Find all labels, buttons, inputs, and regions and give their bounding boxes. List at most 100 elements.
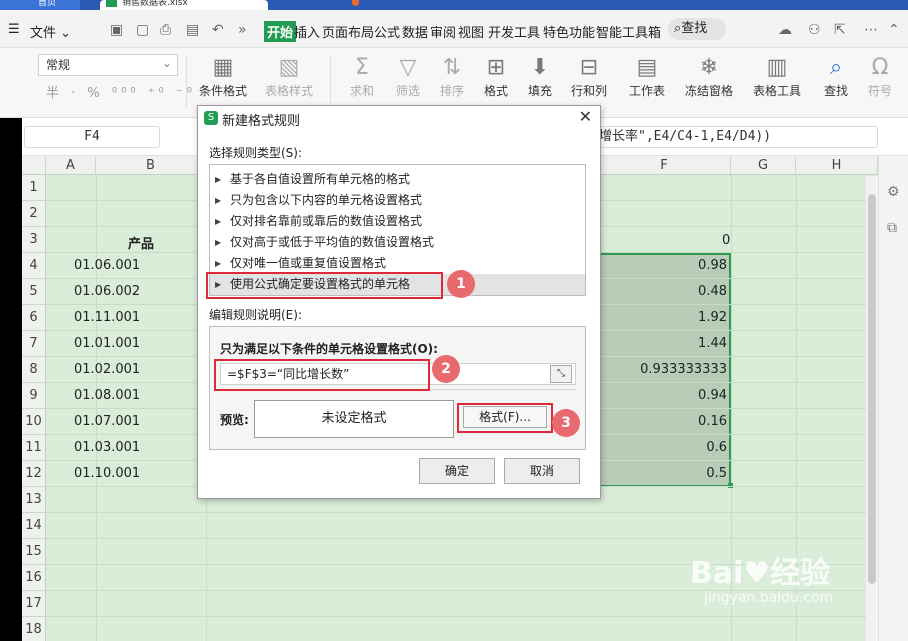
- rule-item[interactable]: 仅对唯一值或重复值设置格式: [210, 253, 585, 274]
- tab-special-features[interactable]: 特色功能: [543, 22, 595, 41]
- row-header[interactable]: 5: [22, 279, 46, 305]
- column-header-h[interactable]: H: [796, 156, 878, 175]
- settings-icon[interactable]: ⚙: [887, 184, 900, 200]
- cell-b[interactable]: 01.06.002: [74, 284, 140, 299]
- panel-icon[interactable]: ⧉: [887, 220, 897, 236]
- cancel-button[interactable]: 取消: [504, 458, 580, 484]
- conditional-format-button[interactable]: ▦ 条件格式: [194, 54, 252, 99]
- sort-button[interactable]: ⇅ 排序: [432, 54, 472, 99]
- cell-b[interactable]: 01.01.001: [74, 336, 140, 351]
- cell-b[interactable]: 01.02.001: [74, 362, 140, 377]
- cell-f[interactable]: 0.94: [598, 388, 727, 403]
- cell-f[interactable]: 0.16: [598, 414, 727, 429]
- sum-button[interactable]: Σ 求和: [342, 54, 382, 99]
- rule-item[interactable]: 只为包含以下内容的单元格设置格式: [210, 190, 585, 211]
- column-header-f[interactable]: F: [598, 156, 731, 175]
- rule-item[interactable]: 仅对高于或低于平均值的数值设置格式: [210, 232, 585, 253]
- cell-b[interactable]: 01.07.001: [74, 414, 140, 429]
- row-header[interactable]: 18: [22, 617, 46, 641]
- home-tab[interactable]: 首页: [0, 0, 80, 10]
- tab-review[interactable]: 审阅: [430, 22, 456, 41]
- row-header[interactable]: 8: [22, 357, 46, 383]
- worksheet-button[interactable]: ▤ 工作表: [624, 54, 670, 99]
- tab-view[interactable]: 视图: [458, 22, 484, 41]
- more-icon[interactable]: »: [238, 22, 247, 38]
- row-header[interactable]: 6: [22, 305, 46, 331]
- row-header[interactable]: 11: [22, 435, 46, 461]
- freeze-panes-button[interactable]: ❄ 冻结窗格: [680, 54, 738, 99]
- row-header[interactable]: 17: [22, 591, 46, 617]
- row-header[interactable]: 2: [22, 201, 46, 227]
- row-header[interactable]: 4: [22, 253, 46, 279]
- row-header[interactable]: 16: [22, 565, 46, 591]
- row-header[interactable]: 1: [22, 175, 46, 201]
- close-icon[interactable]: ✕: [579, 107, 592, 126]
- cell-f3[interactable]: 0: [722, 233, 730, 248]
- column-header-b[interactable]: B: [96, 156, 206, 175]
- cell-b[interactable]: 01.08.001: [74, 388, 140, 403]
- cell-b[interactable]: 01.03.001: [74, 440, 140, 455]
- row-header[interactable]: 12: [22, 461, 46, 487]
- tab-data[interactable]: 数据: [402, 22, 428, 41]
- save-icon[interactable]: ▣: [110, 22, 123, 38]
- row-header[interactable]: 15: [22, 539, 46, 565]
- ok-button[interactable]: 确定: [419, 458, 495, 484]
- scrollbar-thumb[interactable]: [868, 194, 876, 584]
- cell-b[interactable]: 01.11.001: [74, 310, 140, 325]
- vertical-scrollbar[interactable]: [866, 176, 878, 641]
- formula-input[interactable]: 增长率",E4/C4-1,E4/D4)): [596, 126, 878, 148]
- table-tools-button[interactable]: ▥ 表格工具: [748, 54, 806, 99]
- row-header[interactable]: 9: [22, 383, 46, 409]
- tab-developer[interactable]: 开发工具: [488, 22, 540, 41]
- undo-icon[interactable]: ↶: [212, 22, 224, 38]
- tab-insert[interactable]: 插入: [294, 22, 320, 41]
- row-header[interactable]: 7: [22, 331, 46, 357]
- select-all-corner[interactable]: [22, 156, 46, 175]
- cell-f[interactable]: 0.5: [598, 466, 727, 481]
- table-style-button[interactable]: ▧ 表格样式: [258, 54, 320, 99]
- tab-smart-toolbox[interactable]: 智能工具箱: [596, 22, 661, 41]
- row-header[interactable]: 3: [22, 227, 46, 253]
- rule-item[interactable]: 仅对排名靠前或靠后的数值设置格式: [210, 211, 585, 232]
- search-button[interactable]: ⌕查找: [668, 18, 726, 40]
- print-icon[interactable]: ⎙: [160, 22, 171, 38]
- cell-f[interactable]: 0.933333333: [598, 362, 727, 377]
- preview-icon[interactable]: ▤: [186, 22, 199, 38]
- name-box[interactable]: F4: [24, 126, 160, 148]
- tab-formulas[interactable]: 公式: [374, 22, 400, 41]
- number-format-buttons[interactable]: 半 · % ⁰⁰⁰ ⁺⁰ ⁻⁰: [46, 82, 196, 101]
- export-icon[interactable]: ▢: [136, 22, 149, 38]
- tab-page-layout[interactable]: 页面布局: [322, 22, 374, 41]
- rule-item[interactable]: 基于各自值设置所有单元格的格式: [210, 169, 585, 190]
- filter-button[interactable]: ▽ 筛选: [388, 54, 428, 99]
- user-icon[interactable]: ⚇: [808, 22, 821, 38]
- hamburger-menu-icon[interactable]: ☰: [8, 22, 20, 37]
- cell-b[interactable]: 01.06.001: [74, 258, 140, 273]
- range-selector-icon[interactable]: ⤡: [550, 365, 572, 383]
- cell-f[interactable]: 1.92: [598, 310, 727, 325]
- format-button[interactable]: ⊞ 格式: [476, 54, 516, 99]
- rows-columns-button[interactable]: ⊟ 行和列: [566, 54, 612, 99]
- row-header[interactable]: 14: [22, 513, 46, 539]
- fill-button[interactable]: ⬇ 填充: [520, 54, 560, 99]
- cell-f[interactable]: 1.44: [598, 336, 727, 351]
- number-format-select[interactable]: 常规: [38, 53, 178, 76]
- cell-b[interactable]: 01.10.001: [74, 466, 140, 481]
- file-menu[interactable]: 文件 ⌄: [30, 22, 71, 41]
- file-tab[interactable]: 销售数据表.xlsx: [100, 0, 268, 10]
- row-header[interactable]: 10: [22, 409, 46, 435]
- row-header[interactable]: 13: [22, 487, 46, 513]
- share-icon[interactable]: ⇱: [834, 22, 846, 38]
- more-options-icon[interactable]: ⋯: [864, 22, 878, 38]
- tab-home[interactable]: 开始: [264, 21, 297, 42]
- symbol-button[interactable]: Ω 符号: [860, 54, 900, 99]
- cell-f[interactable]: 0.48: [598, 284, 727, 299]
- find-button[interactable]: ⌕ 查找: [816, 54, 856, 99]
- cell-f[interactable]: 0.98: [598, 258, 727, 273]
- cloud-icon[interactable]: ☁: [778, 22, 792, 38]
- column-header-a[interactable]: A: [46, 156, 96, 175]
- cell-f[interactable]: 0.6: [598, 440, 727, 455]
- column-header-g[interactable]: G: [731, 156, 796, 175]
- cell-b3[interactable]: 产品: [128, 233, 154, 252]
- collapse-ribbon-icon[interactable]: ⌃: [888, 22, 900, 38]
